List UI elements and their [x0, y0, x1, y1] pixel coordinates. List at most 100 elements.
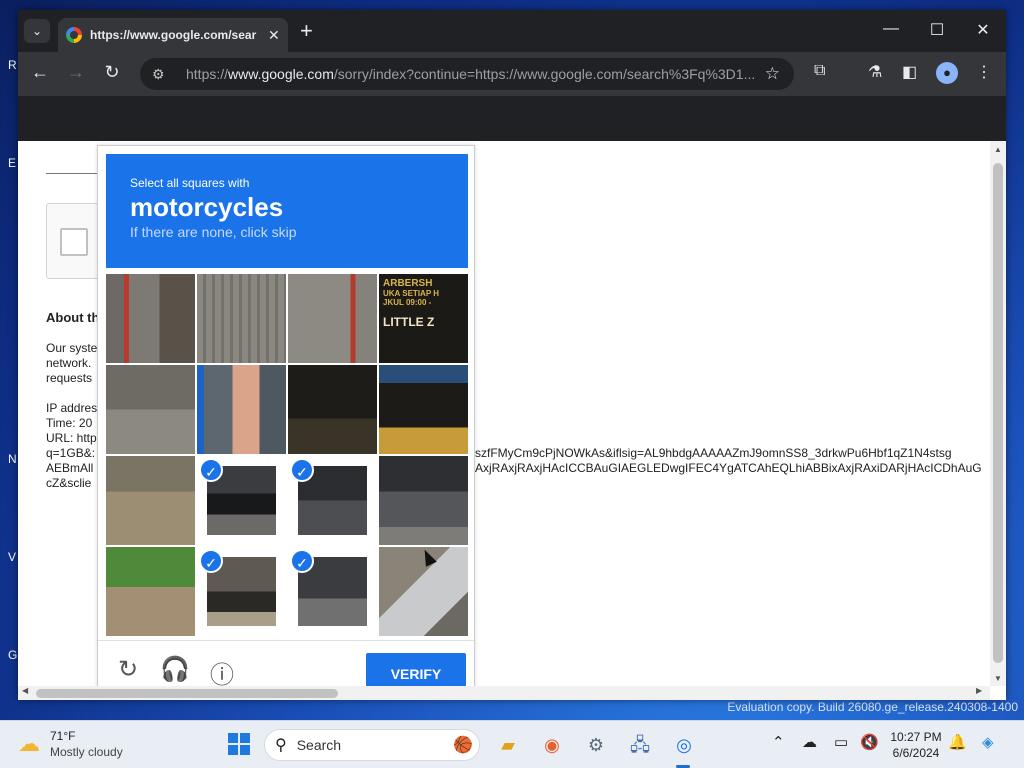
- captcha-tile-selected[interactable]: ✓: [288, 547, 377, 636]
- about-heading: About th: [46, 310, 100, 325]
- forward-icon[interactable]: →: [64, 62, 88, 83]
- url-text[interactable]: https://www.google.com/sorry/index?conti…: [186, 66, 761, 82]
- minimize-icon[interactable]: —: [876, 20, 906, 38]
- scroll-up-icon[interactable]: ▲: [990, 145, 1006, 154]
- desktop-icon-label[interactable]: E: [8, 156, 16, 170]
- tile-sign-text: UKA SETIAP H: [383, 289, 440, 298]
- weather-description[interactable]: Mostly cloudy: [50, 745, 123, 759]
- captcha-tile[interactable]: [106, 365, 195, 454]
- target-object: motorcycles: [130, 192, 284, 222]
- reload-icon[interactable]: ↻: [100, 62, 124, 83]
- browser-toolbar: ← → ↻ ⚙ https://www.google.com/sorry/ind…: [18, 52, 1006, 96]
- clock-time: 10:27 PM: [890, 730, 942, 744]
- recaptcha-checkbox[interactable]: [60, 228, 88, 256]
- bookmark-star-icon[interactable]: ☆: [765, 64, 780, 84]
- url-overflow-line: szfFMyCm9cPjNOWkAs&iflsig=AL9hbdgAAAAAZm…: [475, 446, 952, 460]
- labs-flask-icon[interactable]: ⚗: [868, 62, 882, 82]
- desktop-icon-label[interactable]: G: [8, 648, 17, 662]
- captcha-tile[interactable]: [197, 274, 286, 363]
- chevron-up-icon[interactable]: ⌃: [772, 733, 785, 751]
- challenge-header: Select all squares with motorcycles If t…: [106, 154, 468, 268]
- dark-strip: [18, 96, 1006, 141]
- volume-muted-icon[interactable]: 🔇: [860, 733, 879, 751]
- audio-challenge-icon[interactable]: 🎧: [160, 655, 190, 684]
- captcha-tile[interactable]: [379, 365, 468, 454]
- captcha-tile[interactable]: [106, 547, 195, 636]
- page-line: requests: [46, 371, 93, 385]
- captcha-tile[interactable]: [106, 274, 195, 363]
- maximize-icon[interactable]: ☐: [922, 20, 952, 40]
- side-panel-icon[interactable]: ◧: [902, 62, 917, 82]
- selected-check-icon: ✓: [290, 549, 314, 573]
- page-line: IP addres: [46, 401, 98, 415]
- tile-sign-text: LITTLE Z: [383, 315, 435, 329]
- start-button[interactable]: [228, 733, 250, 755]
- selected-check-icon: ✓: [199, 549, 223, 573]
- captcha-tile[interactable]: [379, 456, 468, 545]
- copilot-icon[interactable]: ◈: [982, 733, 994, 751]
- verify-button[interactable]: VERIFY: [366, 653, 466, 686]
- close-window-icon[interactable]: ✕: [968, 20, 998, 40]
- chrome-icon[interactable]: ◎: [670, 731, 698, 759]
- menu-icon[interactable]: ⋮: [976, 62, 992, 82]
- selected-check-icon: ✓: [199, 458, 223, 482]
- clock-date: 6/6/2024: [892, 746, 940, 760]
- temperature[interactable]: 71°F: [50, 729, 75, 743]
- tile-sign-text: ARBERSH: [383, 278, 433, 289]
- desktop-icon-label[interactable]: R: [8, 58, 17, 72]
- challenge-footer: ↻ 🎧 ⓘ VERIFY: [98, 640, 474, 686]
- system-clock[interactable]: 10:27 PM 6/6/2024: [884, 729, 948, 761]
- notification-bell-icon[interactable]: 🔔: [948, 733, 967, 751]
- active-tab[interactable]: https://www.google.com/sear ✕: [58, 18, 288, 52]
- scroll-left-icon[interactable]: ◀: [22, 686, 28, 695]
- scroll-down-icon[interactable]: ▼: [990, 674, 1006, 683]
- reload-challenge-icon[interactable]: ↻: [114, 655, 142, 684]
- captcha-tile[interactable]: [197, 365, 286, 454]
- recaptcha-challenge: Select all squares with motorcycles If t…: [97, 145, 475, 686]
- tile-sign-text: JKUL 09:00 -: [383, 298, 432, 307]
- page-line: AEBmAll: [46, 461, 94, 475]
- network-app-icon[interactable]: 🖧: [626, 731, 654, 759]
- new-tab-icon[interactable]: +: [300, 18, 313, 44]
- scrollbar-thumb[interactable]: [36, 689, 338, 698]
- firefox-icon[interactable]: ◉: [538, 731, 566, 759]
- settings-icon[interactable]: ⚙: [582, 731, 610, 759]
- captcha-tile[interactable]: [288, 365, 377, 454]
- close-tab-icon[interactable]: ✕: [268, 27, 280, 44]
- file-explorer-icon[interactable]: ▰: [494, 731, 522, 759]
- captcha-tile-selected[interactable]: ✓: [288, 456, 377, 545]
- desktop-icon-label[interactable]: N: [8, 452, 17, 466]
- extensions-icon[interactable]: ⧉: [814, 62, 825, 80]
- evaluation-watermark: Evaluation copy. Build 26080.ge_release.…: [727, 700, 1018, 714]
- page-line: network.: [46, 356, 92, 370]
- address-bar[interactable]: ⚙ https://www.google.com/sorry/index?con…: [140, 58, 794, 90]
- weather-cloud-icon[interactable]: ☁: [18, 731, 40, 757]
- horizontal-scrollbar[interactable]: ◀ ▶: [18, 686, 990, 700]
- skip-hint: If there are none, click skip: [130, 224, 297, 240]
- captcha-tile[interactable]: ARBERSH UKA SETIAP H JKUL 09:00 - LITTLE…: [379, 274, 468, 363]
- captcha-tile[interactable]: [288, 274, 377, 363]
- desktop-icon-label[interactable]: V: [8, 550, 16, 564]
- display-icon[interactable]: ▭: [834, 733, 848, 751]
- captcha-tile[interactable]: [106, 456, 195, 545]
- browser-window: ⌄ https://www.google.com/sear ✕ + — ☐ ✕ …: [18, 10, 1006, 700]
- search-label: Search: [296, 737, 342, 753]
- vertical-scrollbar[interactable]: ▲ ▼: [990, 141, 1006, 686]
- search-icon: ⚲: [275, 737, 287, 754]
- site-info-icon[interactable]: ⚙: [152, 66, 174, 83]
- profile-avatar-icon[interactable]: ●: [936, 62, 958, 84]
- scrollbar-thumb[interactable]: [993, 163, 1003, 663]
- captcha-tile-selected[interactable]: ✓: [197, 456, 286, 545]
- page-line: Our syste: [46, 341, 98, 355]
- back-icon[interactable]: ←: [28, 62, 52, 83]
- page-line: cZ&sclie: [46, 476, 92, 490]
- taskbar-search[interactable]: ⚲ Search 🏀: [264, 729, 480, 761]
- onedrive-icon[interactable]: ☁: [802, 733, 817, 751]
- tab-search-button[interactable]: ⌄: [24, 19, 50, 43]
- info-icon[interactable]: ⓘ: [208, 655, 236, 686]
- search-highlight-icon: 🏀: [453, 737, 473, 754]
- scroll-right-icon[interactable]: ▶: [976, 686, 982, 695]
- url-overflow-line: AxjRAxjRAxjHAcICCBAuGIAEGLEDwgIFEC4YgATC…: [475, 461, 982, 475]
- captcha-tile-selected[interactable]: ✓: [197, 547, 286, 636]
- instruction-text: Select all squares with: [130, 176, 250, 190]
